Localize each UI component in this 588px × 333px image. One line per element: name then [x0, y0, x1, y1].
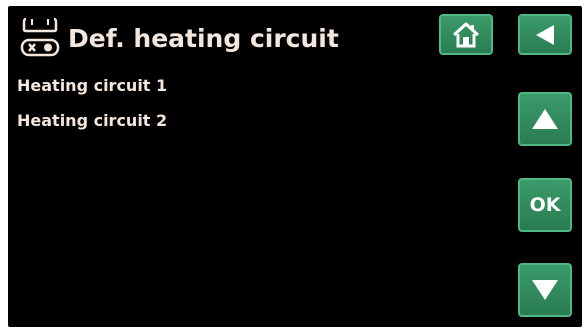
up-arrow-icon	[530, 106, 560, 132]
down-arrow-icon	[530, 277, 560, 303]
page-title: Def. heating circuit	[68, 24, 339, 53]
ok-button-label: OK	[529, 194, 561, 216]
ok-button[interactable]: OK	[518, 178, 572, 232]
list-item-heating-circuit-2[interactable]: Heating circuit 2	[17, 110, 167, 132]
back-button[interactable]	[518, 14, 572, 55]
display-screen: Def. heating circuit Heating circuit 1 H…	[8, 6, 582, 327]
scroll-up-button[interactable]	[518, 92, 572, 146]
home-icon	[451, 21, 481, 49]
back-arrow-icon	[532, 22, 558, 48]
heating-circuit-icon	[18, 13, 62, 61]
list-item-heating-circuit-1[interactable]: Heating circuit 1	[17, 75, 167, 97]
home-button[interactable]	[439, 14, 493, 55]
scroll-down-button[interactable]	[518, 263, 572, 317]
